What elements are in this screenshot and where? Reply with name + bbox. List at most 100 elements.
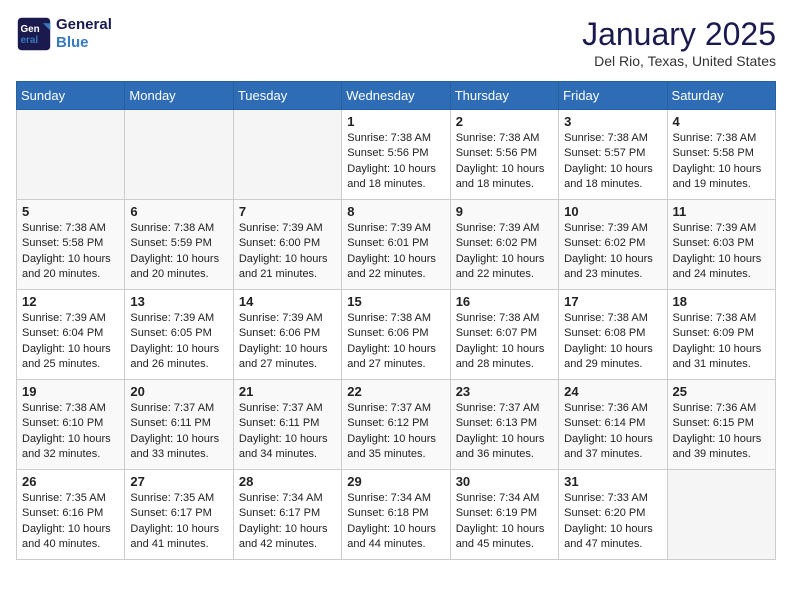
day-number: 27 (130, 474, 227, 489)
calendar-cell: 6Sunrise: 7:38 AM Sunset: 5:59 PM Daylig… (125, 200, 233, 290)
day-info: Sunrise: 7:34 AM Sunset: 6:18 PM Dayligh… (347, 491, 444, 553)
day-number: 21 (239, 384, 336, 399)
calendar-cell: 9Sunrise: 7:39 AM Sunset: 6:02 PM Daylig… (450, 200, 558, 290)
calendar-cell: 1 Sunrise: 7:38 AM Sunset: 5:56 PM Daylig… (342, 110, 450, 200)
week-row-2: 5 Sunrise: 7:38 AM Sunset: 5:58 PM Daylig… (17, 200, 776, 290)
day-info: Sunrise: 7:39 AM Sunset: 6:04 PM Dayligh… (22, 311, 119, 373)
title-block: January 2025 Del Rio, Texas, United Stat… (582, 16, 776, 69)
day-number: 3 (564, 114, 661, 129)
header-monday: Monday (125, 82, 233, 110)
calendar-cell: 23 Sunrise: 7:37 AM Sunset: 6:13 PM Dayli… (450, 380, 558, 470)
day-number: 29 (347, 474, 444, 489)
day-info: Sunrise: 7:35 AM Sunset: 6:16 PM Dayligh… (22, 491, 119, 553)
day-number: 1 (347, 114, 444, 129)
calendar-cell: 27 Sunrise: 7:35 AM Sunset: 6:17 PM Dayli… (125, 470, 233, 560)
header-thursday: Thursday (450, 82, 558, 110)
calendar-cell: 12Sunrise: 7:39 AM Sunset: 6:04 PM Dayli… (17, 290, 125, 380)
day-info: Sunrise: 7:33 AM Sunset: 6:20 PM Dayligh… (564, 491, 661, 553)
day-number: 5 (22, 204, 119, 219)
day-number: 28 (239, 474, 336, 489)
day-info: Sunrise: 7:38 AM Sunset: 5:58 PM Dayligh… (22, 221, 119, 283)
calendar-cell: 2Sunrise: 7:38 AM Sunset: 5:56 PM Daylig… (450, 110, 558, 200)
day-number: 8 (347, 204, 444, 219)
day-info: Sunrise: 7:38 AM Sunset: 6:10 PM Dayligh… (22, 401, 119, 463)
day-info: Sunrise: 7:38 AM Sunset: 6:07 PM Dayligh… (456, 311, 553, 373)
calendar-cell: 17 Sunrise: 7:38 AM Sunset: 6:08 PM Dayli… (559, 290, 667, 380)
day-number: 31 (564, 474, 661, 489)
calendar-cell: 31 Sunrise: 7:33 AM Sunset: 6:20 PM Dayli… (559, 470, 667, 560)
day-number: 11 (673, 204, 770, 219)
day-info: Sunrise: 7:39 AM Sunset: 6:06 PM Dayligh… (239, 311, 336, 373)
calendar-cell: 30Sunrise: 7:34 AM Sunset: 6:19 PM Dayli… (450, 470, 558, 560)
calendar-cell: 25Sunrise: 7:36 AM Sunset: 6:15 PM Dayli… (667, 380, 775, 470)
day-info: Sunrise: 7:37 AM Sunset: 6:11 PM Dayligh… (130, 401, 227, 463)
week-row-5: 26Sunrise: 7:35 AM Sunset: 6:16 PM Dayli… (17, 470, 776, 560)
day-info: Sunrise: 7:36 AM Sunset: 6:15 PM Dayligh… (673, 401, 770, 463)
day-info: Sunrise: 7:39 AM Sunset: 6:02 PM Dayligh… (564, 221, 661, 283)
header-friday: Friday (559, 82, 667, 110)
day-number: 14 (239, 294, 336, 309)
day-number: 18 (673, 294, 770, 309)
day-info: Sunrise: 7:38 AM Sunset: 6:09 PM Dayligh… (673, 311, 770, 373)
day-number: 22 (347, 384, 444, 399)
day-number: 7 (239, 204, 336, 219)
calendar-table: SundayMondayTuesdayWednesdayThursdayFrid… (16, 81, 776, 560)
day-info: Sunrise: 7:35 AM Sunset: 6:17 PM Dayligh… (130, 491, 227, 553)
calendar-cell (125, 110, 233, 200)
day-number: 20 (130, 384, 227, 399)
day-number: 4 (673, 114, 770, 129)
day-info: Sunrise: 7:37 AM Sunset: 6:12 PM Dayligh… (347, 401, 444, 463)
svg-text:eral: eral (21, 35, 39, 46)
header-tuesday: Tuesday (233, 82, 341, 110)
day-number: 16 (456, 294, 553, 309)
day-info: Sunrise: 7:36 AM Sunset: 6:14 PM Dayligh… (564, 401, 661, 463)
calendar-cell: 18 Sunrise: 7:38 AM Sunset: 6:09 PM Dayli… (667, 290, 775, 380)
day-number: 17 (564, 294, 661, 309)
calendar-cell: 5 Sunrise: 7:38 AM Sunset: 5:58 PM Daylig… (17, 200, 125, 290)
calendar-cell: 7Sunrise: 7:39 AM Sunset: 6:00 PM Daylig… (233, 200, 341, 290)
calendar-cell: 24 Sunrise: 7:36 AM Sunset: 6:14 PM Dayli… (559, 380, 667, 470)
week-row-3: 12Sunrise: 7:39 AM Sunset: 6:04 PM Dayli… (17, 290, 776, 380)
day-info: Sunrise: 7:39 AM Sunset: 6:01 PM Dayligh… (347, 221, 444, 283)
calendar-cell: 3 Sunrise: 7:38 AM Sunset: 5:57 PM Daylig… (559, 110, 667, 200)
month-title: January 2025 (582, 16, 776, 53)
day-info: Sunrise: 7:38 AM Sunset: 5:57 PM Dayligh… (564, 131, 661, 193)
calendar-cell: 14 Sunrise: 7:39 AM Sunset: 6:06 PM Dayli… (233, 290, 341, 380)
day-info: Sunrise: 7:38 AM Sunset: 5:59 PM Dayligh… (130, 221, 227, 283)
day-info: Sunrise: 7:38 AM Sunset: 6:06 PM Dayligh… (347, 311, 444, 373)
logo-text: General Blue (56, 16, 112, 52)
calendar-cell: 10 Sunrise: 7:39 AM Sunset: 6:02 PM Dayli… (559, 200, 667, 290)
day-info: Sunrise: 7:38 AM Sunset: 5:58 PM Dayligh… (673, 131, 770, 193)
calendar-cell (667, 470, 775, 560)
calendar-cell: 28 Sunrise: 7:34 AM Sunset: 6:17 PM Dayli… (233, 470, 341, 560)
day-info: Sunrise: 7:34 AM Sunset: 6:17 PM Dayligh… (239, 491, 336, 553)
calendar-cell: 29 Sunrise: 7:34 AM Sunset: 6:18 PM Dayli… (342, 470, 450, 560)
day-info: Sunrise: 7:39 AM Sunset: 6:05 PM Dayligh… (130, 311, 227, 373)
calendar-cell: 26Sunrise: 7:35 AM Sunset: 6:16 PM Dayli… (17, 470, 125, 560)
header-sunday: Sunday (17, 82, 125, 110)
header-wednesday: Wednesday (342, 82, 450, 110)
calendar-cell (17, 110, 125, 200)
calendar-cell: 22 Sunrise: 7:37 AM Sunset: 6:12 PM Dayli… (342, 380, 450, 470)
day-info: Sunrise: 7:39 AM Sunset: 6:03 PM Dayligh… (673, 221, 770, 283)
calendar-cell: 8 Sunrise: 7:39 AM Sunset: 6:01 PM Daylig… (342, 200, 450, 290)
location: Del Rio, Texas, United States (582, 53, 776, 69)
day-number: 24 (564, 384, 661, 399)
week-row-4: 19Sunrise: 7:38 AM Sunset: 6:10 PM Dayli… (17, 380, 776, 470)
logo: Gen eral General Blue (16, 16, 112, 52)
day-number: 15 (347, 294, 444, 309)
calendar-header-row: SundayMondayTuesdayWednesdayThursdayFrid… (17, 82, 776, 110)
day-info: Sunrise: 7:39 AM Sunset: 6:02 PM Dayligh… (456, 221, 553, 283)
day-info: Sunrise: 7:37 AM Sunset: 6:13 PM Dayligh… (456, 401, 553, 463)
day-info: Sunrise: 7:38 AM Sunset: 6:08 PM Dayligh… (564, 311, 661, 373)
calendar-cell: 11 Sunrise: 7:39 AM Sunset: 6:03 PM Dayli… (667, 200, 775, 290)
day-number: 23 (456, 384, 553, 399)
day-number: 30 (456, 474, 553, 489)
day-info: Sunrise: 7:38 AM Sunset: 5:56 PM Dayligh… (456, 131, 553, 193)
logo-icon: Gen eral (16, 16, 52, 52)
calendar-cell: 15 Sunrise: 7:38 AM Sunset: 6:06 PM Dayli… (342, 290, 450, 380)
calendar-cell: 4 Sunrise: 7:38 AM Sunset: 5:58 PM Daylig… (667, 110, 775, 200)
calendar-cell: 13Sunrise: 7:39 AM Sunset: 6:05 PM Dayli… (125, 290, 233, 380)
day-number: 10 (564, 204, 661, 219)
day-info: Sunrise: 7:38 AM Sunset: 5:56 PM Dayligh… (347, 131, 444, 193)
